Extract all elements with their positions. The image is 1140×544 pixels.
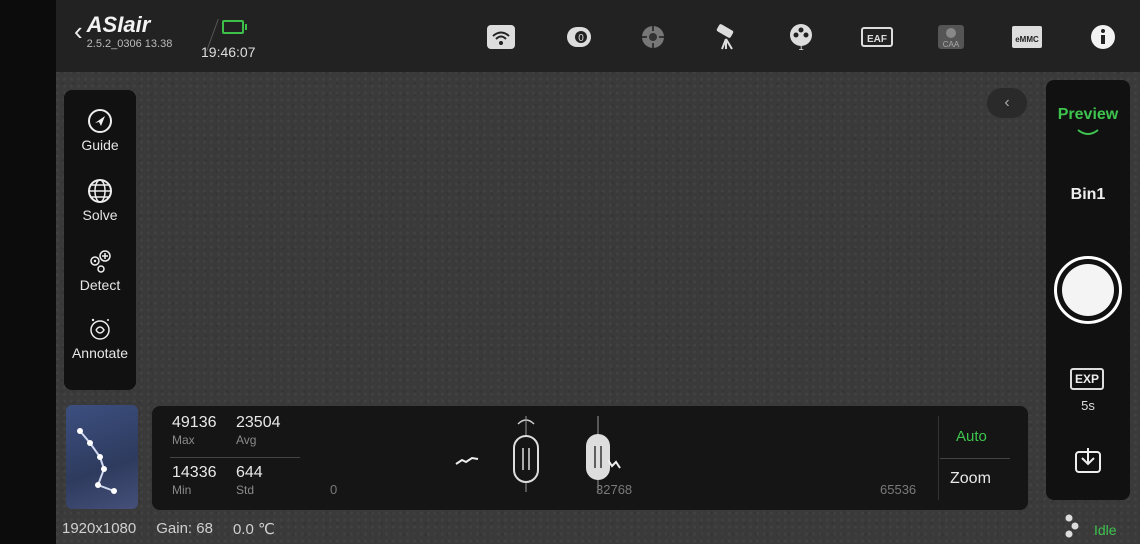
- filter-wheel-icon[interactable]: 1: [786, 23, 816, 53]
- std-value: 644: [236, 464, 263, 481]
- hist-min-tick: 0: [330, 482, 338, 497]
- solve-label: Solve: [82, 207, 118, 223]
- chevron-down-icon[interactable]: [1074, 128, 1102, 138]
- black-point-slider[interactable]: [510, 416, 542, 497]
- mount-icon[interactable]: [712, 23, 742, 51]
- eaf-icon[interactable]: EAF: [860, 23, 894, 51]
- histogram-curve: [455, 456, 479, 465]
- battery-icon: [222, 20, 247, 34]
- stat-std: 644 Std: [236, 464, 263, 497]
- gain-label: Gain: 68: [156, 520, 213, 537]
- hist-max-tick: 65536: [880, 482, 917, 497]
- status-bar: 1920x1080 Gain: 68 0.0 ℃: [62, 520, 275, 538]
- min-label: Min: [172, 483, 192, 497]
- svg-text:EAF: EAF: [867, 34, 887, 45]
- download-icon[interactable]: [1072, 444, 1104, 476]
- svg-text:CAA: CAA: [943, 40, 960, 49]
- info-icon[interactable]: [1088, 23, 1118, 51]
- svg-text:1: 1: [798, 42, 804, 51]
- max-label: Max: [172, 433, 195, 447]
- shutter-button[interactable]: [1054, 256, 1122, 324]
- constellation-icon: [77, 428, 117, 494]
- exposure-value: 5s: [1081, 398, 1095, 413]
- top-bar: ‹ ASIair 2.5.2_0306 13.38 19:46:07 0 1 E…: [56, 0, 1140, 72]
- brand-area[interactable]: ‹ ASIair 2.5.2_0306 13.38: [74, 12, 173, 51]
- status-dots-icon[interactable]: [1064, 513, 1080, 539]
- galaxy-icon: [87, 316, 113, 342]
- stat-max: 49136 Max: [172, 414, 217, 447]
- stat-avg: 23504 Avg: [236, 414, 281, 447]
- caa-icon[interactable]: CAA: [936, 23, 966, 51]
- tools-panel: Guide Solve Detect Annotate: [64, 90, 136, 390]
- compass-icon: [87, 108, 113, 134]
- guide-label: Guide: [81, 137, 119, 153]
- std-label: Std: [236, 483, 255, 497]
- guide-button[interactable]: Guide: [64, 108, 136, 153]
- camera-icon[interactable]: 0: [564, 23, 594, 51]
- emmc-icon[interactable]: eMMC: [1010, 23, 1044, 51]
- max-value: 49136: [172, 414, 217, 431]
- hist-mid-tick: 32768: [596, 482, 633, 497]
- brand-logo: ASIair: [86, 12, 151, 37]
- annotate-label: Annotate: [71, 345, 129, 361]
- state-label: Idle: [1094, 522, 1117, 538]
- solve-button[interactable]: Solve: [64, 178, 136, 223]
- clock-label: 19:46:07: [201, 44, 256, 60]
- collapse-panel-button[interactable]: ‹: [987, 88, 1027, 118]
- detect-button[interactable]: Detect: [64, 248, 136, 293]
- preview-mode-tab[interactable]: Preview: [1046, 106, 1130, 124]
- svg-text:0: 0: [578, 33, 584, 44]
- zoom-button[interactable]: Zoom: [950, 470, 991, 488]
- zoom-divider-vertical: [938, 416, 939, 500]
- stars-detect-icon: [87, 248, 113, 274]
- back-chevron-icon[interactable]: ‹: [74, 18, 83, 44]
- guide-scope-icon[interactable]: [638, 23, 668, 51]
- capture-panel: Preview Bin1 EXP 5s: [1046, 80, 1130, 500]
- bin-selector[interactable]: Bin1: [1046, 186, 1130, 204]
- globe-icon: [87, 178, 113, 204]
- avg-value: 23504: [236, 414, 281, 431]
- svg-text:eMMC: eMMC: [1015, 35, 1039, 44]
- wifi-icon[interactable]: [486, 23, 516, 51]
- auto-stretch-button[interactable]: Auto: [956, 428, 987, 445]
- left-edge: [0, 0, 56, 544]
- stats-divider: [170, 457, 300, 458]
- annotate-button[interactable]: Annotate: [64, 316, 136, 361]
- histogram-panel: 49136 Max 23504 Avg 14336 Min 644 Std 0 …: [152, 406, 1028, 510]
- detect-label: Detect: [79, 277, 121, 293]
- stat-min: 14336 Min: [172, 464, 217, 497]
- exposure-button[interactable]: EXP: [1070, 368, 1104, 390]
- avg-label: Avg: [236, 433, 257, 447]
- zoom-divider: [940, 458, 1010, 459]
- min-value: 14336: [172, 464, 217, 481]
- temperature-label: 0.0 ℃: [232, 521, 275, 538]
- target-thumbnail[interactable]: [66, 405, 138, 509]
- resolution-label: 1920x1080: [62, 520, 137, 537]
- version-label: 2.5.2_0306 13.38: [86, 38, 173, 50]
